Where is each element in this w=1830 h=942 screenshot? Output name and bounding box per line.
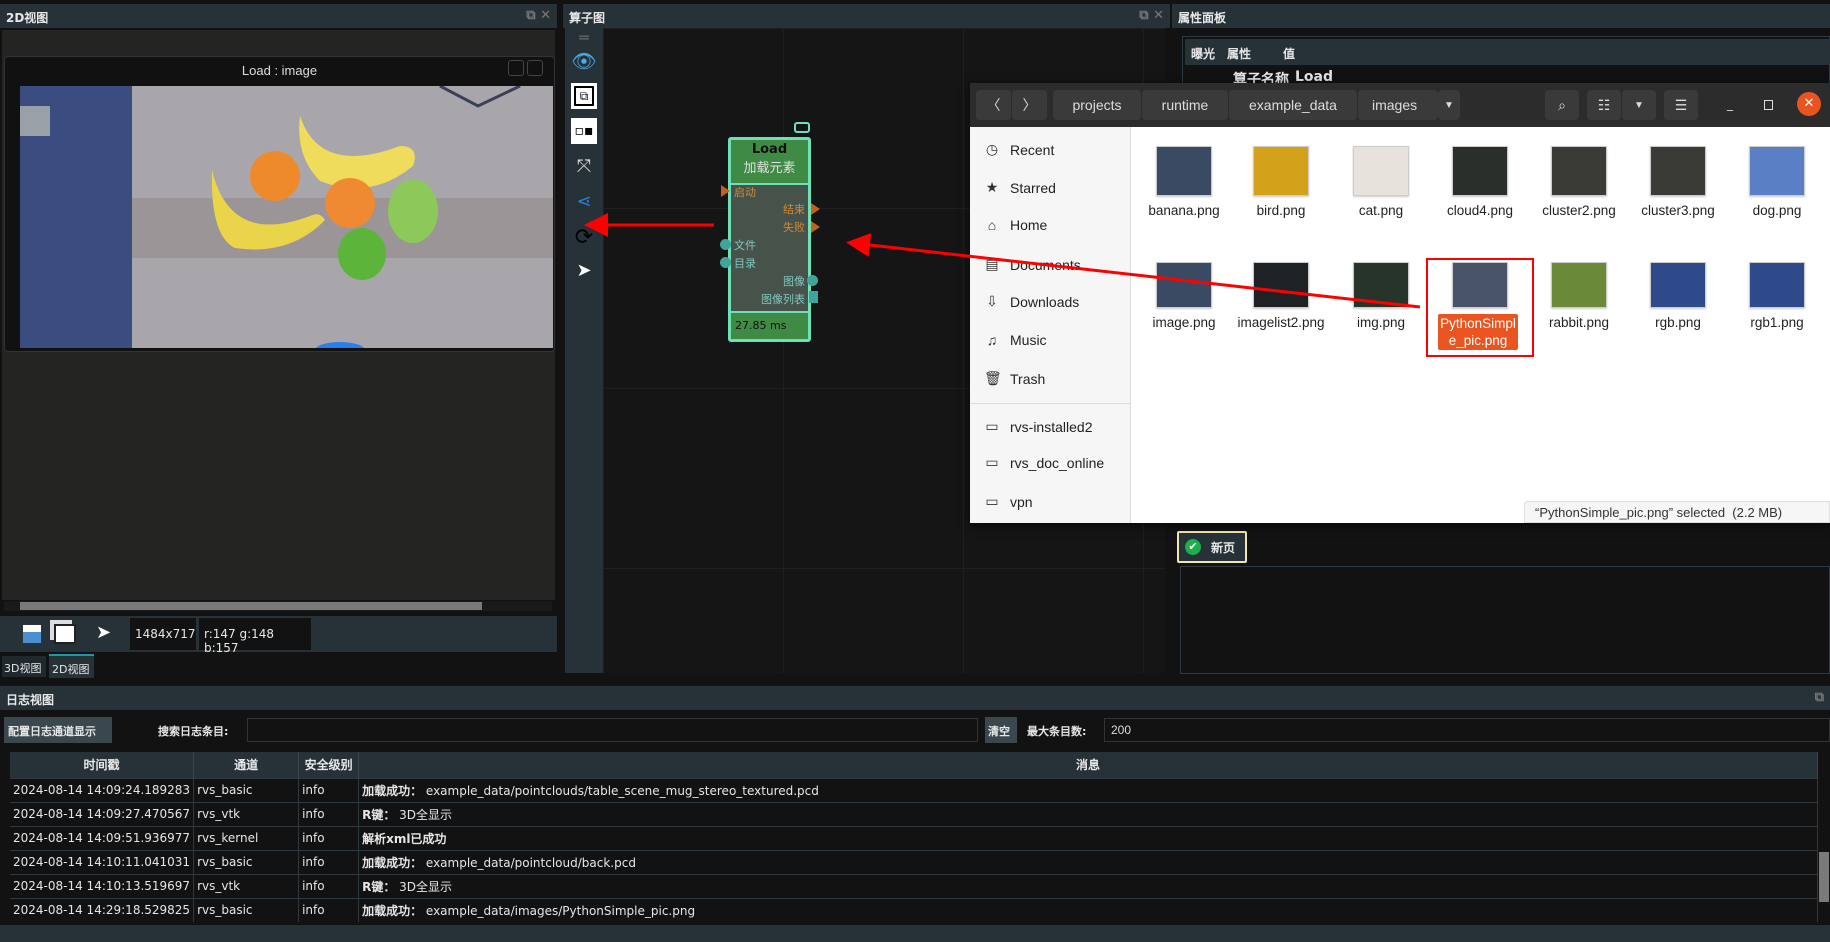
log-message-prefix: 加载成功：	[362, 783, 423, 798]
log-v-scrollbar[interactable]	[1819, 752, 1829, 912]
log-message-detail: 3D全显示	[395, 879, 453, 894]
log-channel: rvs_basic	[193, 849, 300, 874]
log-message-prefix: R键：	[362, 879, 396, 894]
col-level[interactable]: 安全级别	[298, 752, 360, 778]
log-level: info	[298, 873, 360, 898]
log-message-prefix: 解析xml已成功	[362, 831, 447, 846]
log-message-detail: 3D全显示	[395, 807, 453, 822]
log-timestamp: 2024-08-14 14:10:13.519697	[10, 873, 195, 898]
arrow-to-node	[846, 233, 1421, 309]
log-message-prefix: 加载成功：	[362, 903, 423, 918]
log-title-bar: 日志视图 ⧉	[0, 686, 1830, 710]
col-message[interactable]: 消息	[358, 752, 1818, 778]
clear-button[interactable]: 清空	[985, 717, 1017, 743]
log-timestamp: 2024-08-14 14:09:27.470567	[10, 801, 195, 826]
log-message-detail: example_data/pointclouds/table_scene_mug…	[422, 783, 819, 798]
log-channel: rvs_kernel	[193, 825, 300, 850]
log-level: info	[298, 801, 360, 826]
col-timestamp[interactable]: 时间戳	[10, 752, 195, 778]
log-level: info	[298, 777, 360, 802]
log-row[interactable]: 2024-08-14 14:09:51.936977 rvs_kernel in…	[10, 825, 1818, 850]
log-timestamp: 2024-08-14 14:09:51.936977	[10, 825, 195, 850]
log-message: 解析xml已成功	[358, 825, 1818, 850]
search-input[interactable]	[247, 718, 978, 742]
log-message: 加载成功： example_data/pointcloud/back.pcd	[358, 849, 1818, 874]
log-message-prefix: 加载成功：	[362, 855, 423, 870]
log-timestamp: 2024-08-14 14:10:11.041031	[10, 849, 195, 874]
log-table: 时间戳 通道 安全级别 消息 2024-08-14 14:09:24.18928…	[10, 752, 1818, 922]
max-entries-input[interactable]	[1104, 718, 1830, 742]
float-icon[interactable]: ⧉	[1815, 690, 1824, 705]
log-message: 加载成功： example_data/images/PythonSimple_p…	[358, 897, 1818, 922]
log-row[interactable]: 2024-08-14 14:09:24.189283 rvs_basic inf…	[10, 777, 1818, 802]
log-timestamp: 2024-08-14 14:29:18.529825	[10, 897, 195, 922]
search-label: 搜索日志条目:	[158, 725, 229, 738]
log-channel: rvs_vtk	[193, 801, 300, 826]
log-title: 日志视图	[6, 693, 55, 707]
log-level: info	[298, 825, 360, 850]
log-channel: rvs_vtk	[193, 873, 300, 898]
log-message-detail: example_data/images/PythonSimple_pic.png	[422, 903, 696, 918]
log-row[interactable]: 2024-08-14 14:10:11.041031 rvs_basic inf…	[10, 849, 1818, 874]
log-message: 加载成功： example_data/pointclouds/table_sce…	[358, 777, 1818, 802]
log-level: info	[298, 849, 360, 874]
log-row[interactable]: 2024-08-14 14:10:13.519697 rvs_vtk info …	[10, 873, 1818, 898]
log-message-detail: example_data/pointcloud/back.pcd	[422, 855, 636, 870]
log-message: R键： 3D全显示	[358, 801, 1818, 826]
log-row[interactable]: 2024-08-14 14:09:27.470567 rvs_vtk info …	[10, 801, 1818, 826]
log-channel: rvs_basic	[193, 897, 300, 922]
status-bar	[0, 925, 1830, 942]
col-channel[interactable]: 通道	[193, 752, 300, 778]
config-channels-button[interactable]: 配置日志通道显示	[4, 717, 112, 743]
log-row[interactable]: 2024-08-14 14:29:18.529825 rvs_basic inf…	[10, 897, 1818, 922]
log-message: R键： 3D全显示	[358, 873, 1818, 898]
log-channel: rvs_basic	[193, 777, 300, 802]
max-entries-label: 最大条目数:	[1027, 725, 1087, 738]
log-timestamp: 2024-08-14 14:09:24.189283	[10, 777, 195, 802]
log-message-prefix: R键：	[362, 807, 396, 822]
log-level: info	[298, 897, 360, 922]
